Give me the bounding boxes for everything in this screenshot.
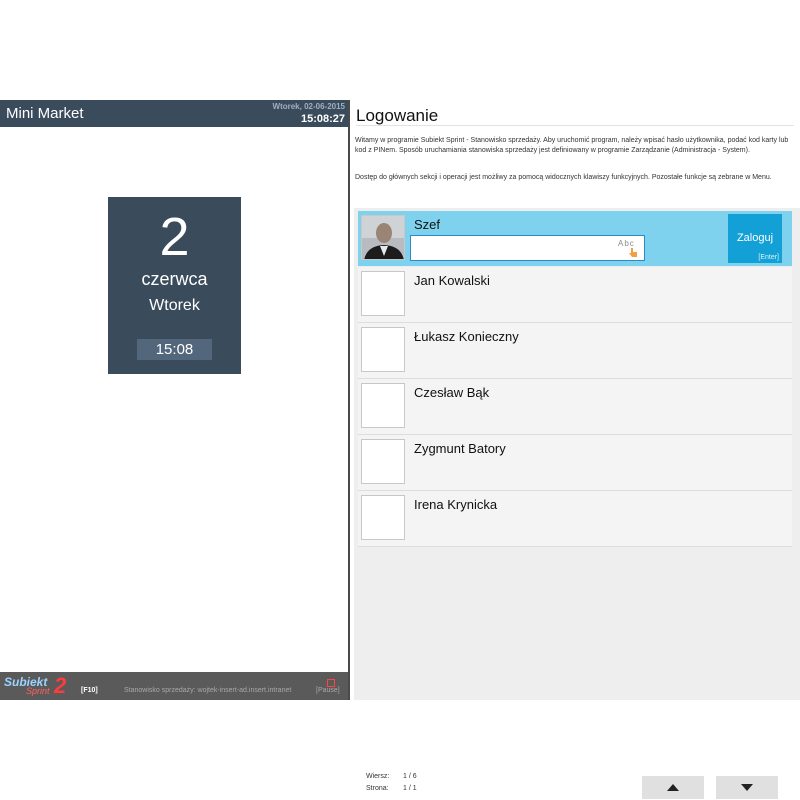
user-name: Szef xyxy=(414,217,441,232)
user-row[interactable]: Irena Krynicka xyxy=(358,491,792,547)
hand-pointer-icon xyxy=(629,248,637,257)
logo-sprint: Sprint xyxy=(26,686,50,696)
f10-key-label: [F10] xyxy=(81,687,98,694)
avatar xyxy=(361,271,405,316)
date-tile: 2 czerwca Wtorek 15:08 xyxy=(108,197,241,374)
user-row[interactable]: Łukasz Konieczny xyxy=(358,323,792,379)
password-input[interactable]: Abc xyxy=(410,235,645,261)
description-text: Witamy w programie Subiekt Sprint - Stan… xyxy=(355,137,789,154)
tile-time: 15:08 xyxy=(137,339,212,360)
keyboard-abc-icon[interactable]: Abc xyxy=(618,239,642,257)
title-separator xyxy=(356,125,794,126)
subiekt-sprint-logo[interactable]: Subiekt Sprint 2 xyxy=(4,673,70,698)
tile-month: czerwca xyxy=(141,269,208,289)
row-label: Wiersz: xyxy=(366,773,390,780)
avatar xyxy=(361,495,405,540)
description-text-2: Dostęp do głównych sekcji i operacji jes… xyxy=(355,174,772,181)
left-pane: Mini Market Wtorek, 02-06-2015 15:08:27 … xyxy=(0,100,349,700)
left-header: Mini Market Wtorek, 02-06-2015 15:08:27 xyxy=(0,100,349,127)
arrow-down-icon xyxy=(741,784,753,791)
login-button[interactable]: Zaloguj [Enter] xyxy=(728,214,782,263)
user-list: Szef Abc Zaloguj [Enter] Jan Kowalski Łu… xyxy=(354,208,800,799)
tile-weekday: Wtorek xyxy=(149,297,200,314)
header-time: 15:08:27 xyxy=(300,113,345,125)
avatar xyxy=(361,215,405,260)
left-footer: Subiekt Sprint 2 [F10] Stanowisko sprzed… xyxy=(0,672,349,700)
right-pane: Logowanie Witamy w programie Subiekt Spr… xyxy=(350,100,800,799)
avatar xyxy=(361,383,405,428)
station-text: Stanowisko sprzedaży: wojtek-insert-ad.i… xyxy=(124,687,292,694)
page-label: Strona: xyxy=(366,785,389,792)
user-row[interactable]: Czesław Bąk xyxy=(358,379,792,435)
scroll-down-button[interactable] xyxy=(716,776,778,799)
arrow-up-icon xyxy=(667,784,679,791)
user-row-selected[interactable]: Szef Abc Zaloguj [Enter] xyxy=(358,211,792,266)
pause-key-label: [Pause] xyxy=(316,687,340,694)
header-date: Wtorek, 02-06-2015 xyxy=(272,102,345,111)
user-name: Irena Krynicka xyxy=(414,497,498,512)
app-window: Mini Market Wtorek, 02-06-2015 15:08:27 … xyxy=(0,100,800,799)
scroll-up-button[interactable] xyxy=(642,776,704,799)
user-row[interactable]: Jan Kowalski xyxy=(358,267,792,323)
pause-icon[interactable] xyxy=(327,679,335,687)
page-value: 1 / 1 xyxy=(403,785,417,792)
row-value: 1 / 6 xyxy=(403,773,417,780)
login-button-label: Zaloguj xyxy=(736,232,774,244)
tile-day: 2 xyxy=(159,207,190,267)
login-button-key: [Enter] xyxy=(758,254,779,261)
avatar xyxy=(361,327,405,372)
page-title: Logowanie xyxy=(356,106,439,125)
app-title: Mini Market xyxy=(6,105,84,122)
avatar xyxy=(361,439,405,484)
user-name: Łukasz Konieczny xyxy=(414,329,519,344)
user-avatar-icon xyxy=(362,216,404,259)
logo-number: 2 xyxy=(54,673,67,698)
user-name: Jan Kowalski xyxy=(414,273,490,288)
user-row[interactable]: Zygmunt Batory xyxy=(358,435,792,491)
user-name: Zygmunt Batory xyxy=(414,441,506,456)
user-name: Czesław Bąk xyxy=(414,385,490,400)
